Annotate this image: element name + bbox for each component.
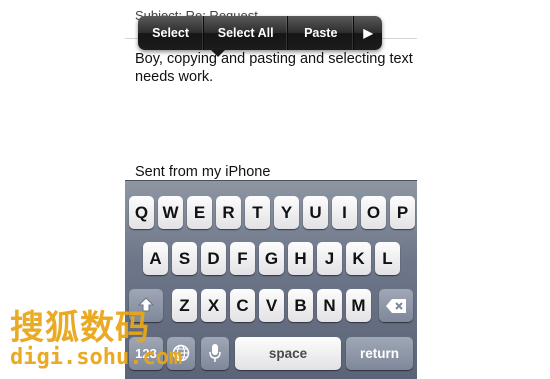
key-v[interactable]: V <box>259 289 284 322</box>
email-signature[interactable]: Sent from my iPhone <box>135 164 270 180</box>
key-l[interactable]: L <box>375 242 400 275</box>
delete-backspace-icon <box>386 299 406 313</box>
more-arrow-icon[interactable]: ▶ <box>354 16 382 50</box>
microphone-icon <box>209 344 221 362</box>
edit-menu: Select Select All Paste ▶ <box>138 16 382 57</box>
key-x[interactable]: X <box>201 289 226 322</box>
key-m[interactable]: M <box>346 289 371 322</box>
watermark-url: digi.sohu.com <box>10 345 183 370</box>
key-r[interactable]: R <box>216 196 241 229</box>
key-w[interactable]: W <box>158 196 183 229</box>
delete-key[interactable] <box>379 289 413 322</box>
select-button[interactable]: Select <box>138 16 205 50</box>
key-c[interactable]: C <box>230 289 255 322</box>
space-key[interactable]: space <box>235 337 341 370</box>
key-y[interactable]: Y <box>274 196 299 229</box>
key-g[interactable]: G <box>259 242 284 275</box>
key-b[interactable]: B <box>288 289 313 322</box>
paste-button[interactable]: Paste <box>288 16 355 50</box>
key-o[interactable]: O <box>361 196 386 229</box>
return-key[interactable]: return <box>346 337 413 370</box>
key-z[interactable]: Z <box>172 289 197 322</box>
key-h[interactable]: H <box>288 242 313 275</box>
key-i[interactable]: I <box>332 196 357 229</box>
key-f[interactable]: F <box>230 242 255 275</box>
key-e[interactable]: E <box>187 196 212 229</box>
select-all-button[interactable]: Select All <box>204 16 289 50</box>
key-t[interactable]: T <box>245 196 270 229</box>
watermark-brand: 搜狐数码 <box>10 308 150 348</box>
key-u[interactable]: U <box>303 196 328 229</box>
key-a[interactable]: A <box>143 242 168 275</box>
key-q[interactable]: Q <box>129 196 154 229</box>
edit-menu-pointer <box>211 50 225 57</box>
key-j[interactable]: J <box>317 242 342 275</box>
email-body-text[interactable]: Boy, copying and pasting and selecting t… <box>135 50 420 86</box>
dictation-key[interactable] <box>201 337 229 370</box>
key-n[interactable]: N <box>317 289 342 322</box>
key-s[interactable]: S <box>172 242 197 275</box>
key-d[interactable]: D <box>201 242 226 275</box>
key-p[interactable]: P <box>390 196 415 229</box>
key-k[interactable]: K <box>346 242 371 275</box>
